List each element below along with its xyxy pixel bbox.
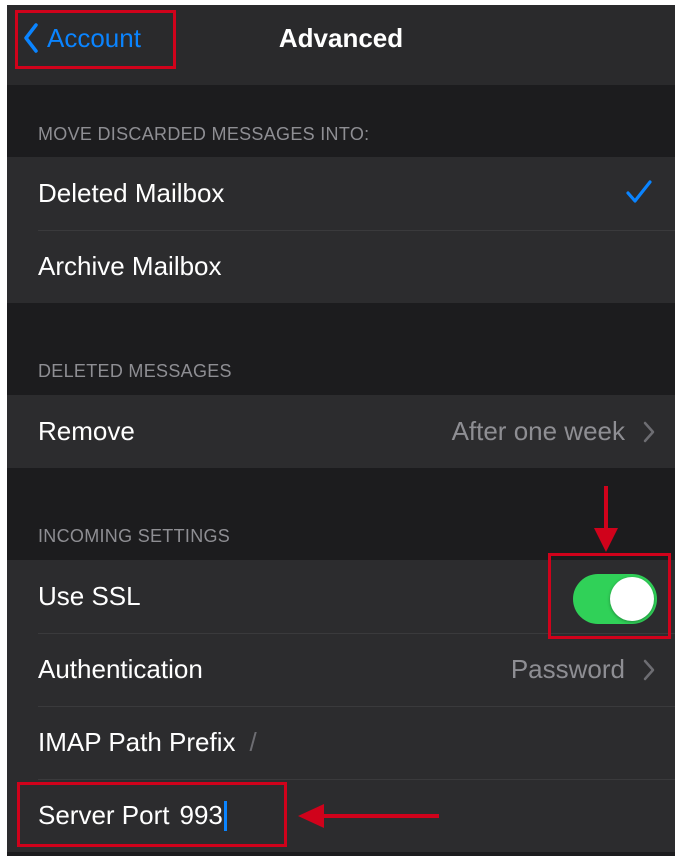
remove-value: After one week	[451, 416, 625, 446]
use-ssl-label: Use SSL	[38, 581, 141, 611]
chevron-right-icon	[643, 659, 655, 681]
checkmark-icon	[626, 180, 652, 203]
imap-path-prefix-field[interactable]: IMAP Path Prefix /	[38, 706, 257, 779]
highlight-box-account	[15, 10, 176, 69]
discarded-group: Deleted Mailbox Archive Mailbox	[7, 157, 675, 303]
deleted-group: Remove After one week	[7, 395, 675, 468]
option-archive-mailbox[interactable]: Archive Mailbox	[7, 230, 675, 303]
section-header-deleted: DELETED MESSAGES	[38, 361, 232, 381]
chevron-right-icon	[643, 421, 655, 443]
arrow-left-icon	[298, 804, 439, 828]
option-label: Deleted Mailbox	[38, 178, 225, 208]
imap-path-prefix-label: IMAP Path Prefix	[38, 727, 236, 757]
option-deleted-mailbox[interactable]: Deleted Mailbox	[7, 157, 675, 230]
imap-path-prefix-row[interactable]: IMAP Path Prefix /	[7, 706, 675, 779]
highlight-box-server-port	[17, 782, 287, 847]
remove-label: Remove	[38, 416, 135, 446]
section-header-incoming: INCOMING SETTINGS	[38, 526, 231, 546]
arrow-down-icon	[594, 486, 618, 552]
imap-path-prefix-value: /	[249, 727, 257, 757]
section-header-discarded: MOVE DISCARDED MESSAGES INTO:	[38, 124, 370, 144]
option-label: Archive Mailbox	[38, 251, 222, 281]
highlight-box-ssl-toggle	[548, 553, 671, 639]
authentication-row[interactable]: Authentication Password	[7, 633, 675, 706]
remove-row[interactable]: Remove After one week	[7, 395, 675, 468]
authentication-value: Password	[510, 654, 625, 684]
settings-screen: Account Advanced MOVE DISCARDED MESSAGES…	[7, 5, 675, 856]
authentication-label: Authentication	[38, 654, 203, 684]
